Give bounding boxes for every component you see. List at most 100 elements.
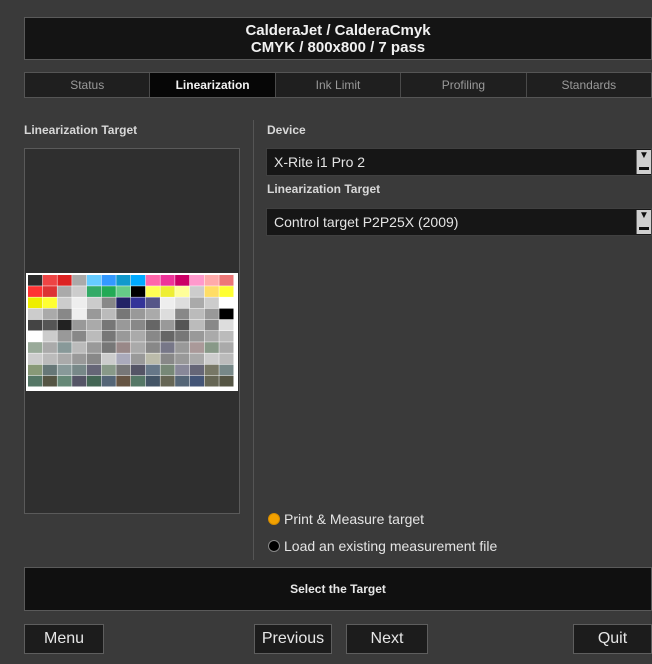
target-patch xyxy=(42,342,57,353)
dropdown-arrow-icon[interactable]: ▼ ▬ xyxy=(636,210,651,234)
target-patch xyxy=(57,275,72,286)
target-patch xyxy=(57,308,72,320)
target-patch xyxy=(145,275,160,286)
target-patch xyxy=(86,353,102,365)
tab-status[interactable]: Status xyxy=(25,73,151,97)
target-patch xyxy=(160,286,175,297)
target-patch xyxy=(86,286,102,297)
target-patch xyxy=(86,275,102,286)
target-patch xyxy=(189,342,205,353)
radio-selected-icon[interactable] xyxy=(268,513,280,525)
printer-name: CalderaJet / CalderaCmyk xyxy=(245,22,431,39)
target-patch xyxy=(72,375,87,387)
target-patch xyxy=(42,297,57,309)
target-patch xyxy=(131,286,146,297)
target-patch xyxy=(204,375,219,387)
linearization-target-select[interactable]: Control target P2P25X (2009) ▼ ▬ xyxy=(266,208,652,236)
tab-bar: Status Linearization Ink Limit Profiling… xyxy=(24,72,652,98)
target-patch xyxy=(101,275,116,286)
target-patch xyxy=(28,308,43,320)
target-patch xyxy=(204,319,219,331)
target-patch xyxy=(175,275,190,286)
panel-divider xyxy=(253,120,254,560)
target-patch xyxy=(189,353,205,365)
target-patch xyxy=(86,342,102,353)
tab-ink-limit[interactable]: Ink Limit xyxy=(275,73,402,97)
tab-linearization[interactable]: Linearization xyxy=(150,73,276,97)
target-preview-panel xyxy=(24,148,240,514)
target-patch xyxy=(72,319,87,331)
target-patch xyxy=(145,297,160,309)
target-patch xyxy=(42,375,57,387)
target-patch xyxy=(204,353,219,365)
target-patch xyxy=(145,375,160,387)
radio-unselected-icon[interactable] xyxy=(268,540,280,552)
device-select[interactable]: X-Rite i1 Pro 2 ▼ ▬ xyxy=(266,148,652,176)
target-patch xyxy=(131,364,146,376)
target-patch xyxy=(175,331,190,342)
print-measure-label: Print & Measure target xyxy=(284,511,425,527)
target-patch xyxy=(72,364,87,376)
target-chart-image xyxy=(26,273,238,391)
target-patch xyxy=(28,319,43,331)
target-patch xyxy=(42,353,57,365)
target-patch xyxy=(101,297,116,309)
target-patch xyxy=(160,364,175,376)
target-patch xyxy=(57,297,72,309)
target-patch xyxy=(204,308,219,320)
target-patch xyxy=(42,286,57,297)
previous-button[interactable]: Previous xyxy=(254,624,332,654)
target-patch xyxy=(116,342,131,353)
target-patch xyxy=(28,331,43,342)
target-patch xyxy=(160,331,175,342)
load-file-label: Load an existing measurement file xyxy=(284,538,498,554)
target-patch xyxy=(219,375,234,387)
target-patch xyxy=(131,331,146,342)
print-mode: CMYK / 800x800 / 7 pass xyxy=(250,39,426,56)
target-patch xyxy=(131,297,146,309)
target-patch xyxy=(175,364,190,376)
target-patch xyxy=(57,342,72,353)
target-patch xyxy=(28,286,43,297)
device-select-value: X-Rite i1 Pro 2 xyxy=(274,154,366,170)
load-file-option[interactable]: Load an existing measurement file xyxy=(268,538,497,554)
target-patch xyxy=(28,275,43,286)
target-patch xyxy=(72,286,87,297)
target-patch xyxy=(219,342,234,353)
target-patch xyxy=(116,353,131,365)
tab-profiling[interactable]: Profiling xyxy=(401,73,527,97)
target-patch xyxy=(72,308,87,320)
status-bar: Select the Target xyxy=(24,567,652,611)
quit-button[interactable]: Quit xyxy=(573,624,652,654)
target-patch xyxy=(175,342,190,353)
target-patch xyxy=(160,275,175,286)
target-patch xyxy=(116,308,131,320)
target-patch xyxy=(175,308,190,320)
target-patch xyxy=(42,275,57,286)
print-measure-option[interactable]: Print & Measure target xyxy=(268,511,424,527)
linearization-target-label: Linearization Target xyxy=(267,182,381,196)
target-patch xyxy=(160,342,175,353)
target-patch xyxy=(42,331,57,342)
target-patch xyxy=(189,297,205,309)
target-patch xyxy=(28,364,43,376)
target-patch xyxy=(72,331,87,342)
target-patch xyxy=(57,364,72,376)
target-patch xyxy=(101,375,116,387)
target-patch xyxy=(101,353,116,365)
target-patch xyxy=(160,308,175,320)
left-panel-title: Linearization Target xyxy=(24,123,138,137)
target-patch xyxy=(189,275,205,286)
target-patch xyxy=(219,331,234,342)
target-patch xyxy=(219,308,234,320)
target-patch xyxy=(131,275,146,286)
target-patch xyxy=(219,275,234,286)
next-button[interactable]: Next xyxy=(346,624,428,654)
target-patch xyxy=(101,342,116,353)
target-patch xyxy=(101,286,116,297)
menu-button[interactable]: Menu xyxy=(24,624,104,654)
dropdown-arrow-icon[interactable]: ▼ ▬ xyxy=(636,150,651,174)
tab-standards[interactable]: Standards xyxy=(526,73,652,97)
target-patch xyxy=(131,319,146,331)
target-patch xyxy=(72,353,87,365)
